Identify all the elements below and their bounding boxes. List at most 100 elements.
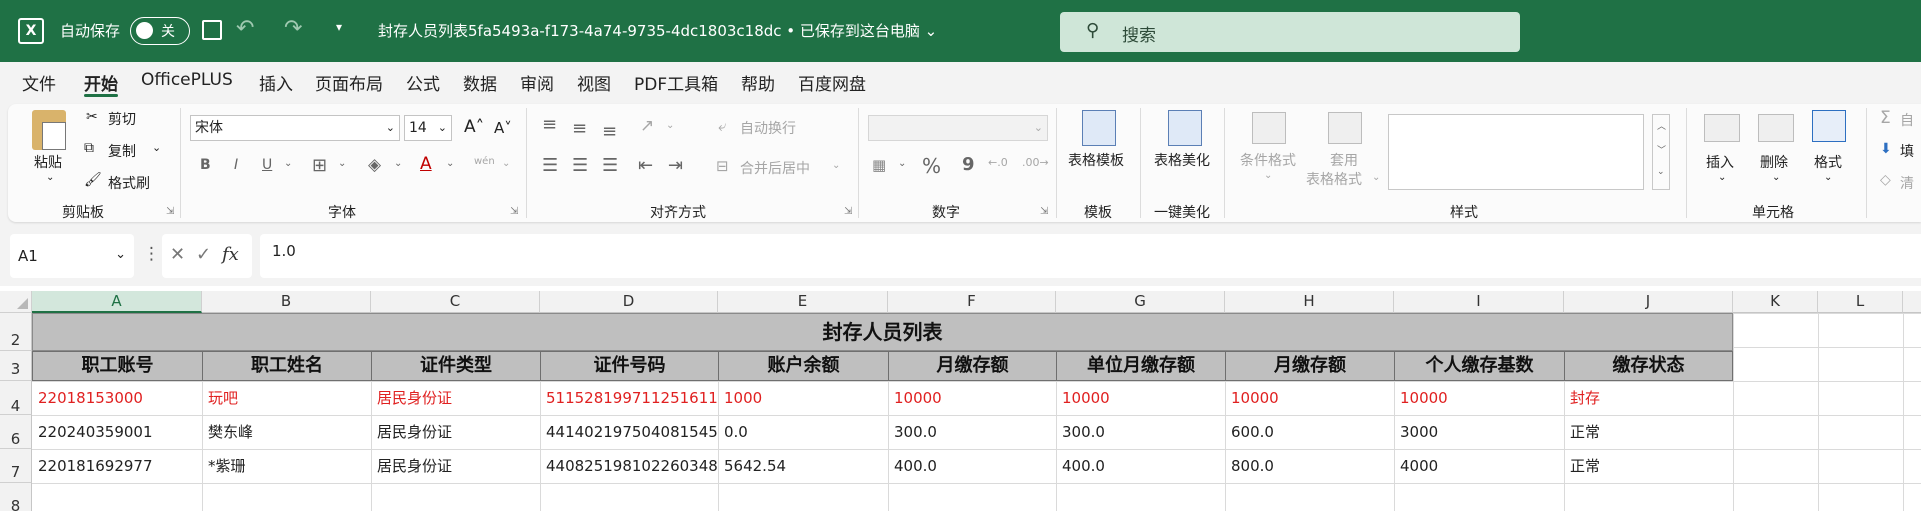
gallery-down-icon[interactable]: ﹀: [1657, 143, 1666, 156]
table-template-icon[interactable]: [1082, 110, 1116, 146]
tab-home[interactable]: 开始: [84, 70, 118, 95]
clipboard-launcher-icon[interactable]: ⇲: [166, 206, 174, 217]
insert-cells-icon[interactable]: [1704, 114, 1740, 142]
customize-quick-access-icon[interactable]: ▾: [336, 20, 342, 34]
delete-cells-icon[interactable]: [1758, 114, 1794, 142]
insert-cells-button[interactable]: 插入: [1706, 152, 1734, 172]
row-header-4[interactable]: 4: [0, 381, 32, 415]
conditional-dropdown-icon[interactable]: ⌄: [1264, 170, 1272, 181]
header-cell[interactable]: 单位月缴存额: [1056, 351, 1226, 381]
header-cell[interactable]: 证件类型: [371, 351, 541, 381]
clear-button[interactable]: 清: [1900, 173, 1914, 193]
font-launcher-icon[interactable]: ⇲: [510, 206, 518, 217]
save-icon[interactable]: [202, 20, 222, 40]
table-cell[interactable]: 300.0: [1056, 416, 1225, 449]
merge-center-button[interactable]: 合并后居中: [740, 158, 810, 178]
copy-dropdown-icon[interactable]: ⌄: [152, 141, 161, 154]
name-box[interactable]: A1 ⌄: [10, 234, 134, 278]
align-bottom-icon[interactable]: ≡: [602, 121, 617, 142]
format-as-table-icon[interactable]: [1328, 112, 1362, 144]
wrap-text-button[interactable]: 自动换行: [740, 118, 796, 138]
redo-icon[interactable]: ↷: [284, 16, 302, 41]
column-header-f[interactable]: F: [888, 291, 1056, 313]
borders-icon[interactable]: ⊞: [312, 155, 327, 176]
tab-pdf-toolbox[interactable]: PDF工具箱: [634, 70, 718, 95]
autosave-toggle[interactable]: 关: [130, 17, 190, 45]
clear-icon[interactable]: ◇: [1880, 172, 1891, 188]
borders-dropdown-icon[interactable]: ⌄: [338, 158, 346, 169]
tab-baidu-netdisk[interactable]: 百度网盘: [798, 70, 866, 95]
table-beautify-button[interactable]: 表格美化: [1154, 150, 1210, 170]
table-cell[interactable]: 正常: [1564, 450, 1733, 483]
format-cells-icon[interactable]: [1812, 110, 1846, 142]
bold-button[interactable]: B: [200, 157, 211, 173]
decrease-font-size-icon[interactable]: A˅: [494, 119, 512, 137]
align-top-icon[interactable]: ≡: [542, 114, 557, 135]
table-cell[interactable]: 0.0: [718, 416, 888, 449]
table-cell[interactable]: 10000: [1394, 382, 1564, 415]
tab-page-layout[interactable]: 页面布局: [315, 70, 383, 95]
table-cell[interactable]: 600.0: [1225, 416, 1394, 449]
header-cell[interactable]: 月缴存额: [1225, 351, 1395, 381]
table-cell[interactable]: 1000: [718, 382, 888, 415]
fill-color-icon[interactable]: ◈: [368, 155, 381, 175]
header-cell[interactable]: 月缴存额: [888, 351, 1057, 381]
header-cell[interactable]: 账户余额: [718, 351, 889, 381]
format-as-table-dropdown-icon[interactable]: ⌄: [1372, 172, 1380, 183]
format-as-table-line2[interactable]: 表格格式: [1306, 169, 1362, 189]
column-header-j[interactable]: J: [1564, 291, 1733, 313]
confirm-entry-icon[interactable]: ✓: [196, 244, 211, 265]
column-header-d[interactable]: D: [540, 291, 718, 313]
fill-color-dropdown-icon[interactable]: ⌄: [394, 158, 402, 169]
fill-button[interactable]: 填: [1900, 141, 1914, 161]
table-cell[interactable]: 800.0: [1225, 450, 1394, 483]
cut-button[interactable]: 剪切: [108, 109, 136, 129]
column-header-k[interactable]: K: [1733, 291, 1818, 313]
column-header-l[interactable]: L: [1818, 291, 1903, 313]
table-cell[interactable]: 樊东峰: [202, 416, 371, 449]
column-header-h[interactable]: H: [1225, 291, 1394, 313]
decrease-indent-icon[interactable]: ⇤: [638, 155, 653, 176]
table-cell[interactable]: 10000: [1056, 382, 1225, 415]
table-cell[interactable]: 400.0: [1056, 450, 1225, 483]
underline-dropdown-icon[interactable]: ⌄: [284, 158, 292, 169]
table-cell[interactable]: 正常: [1564, 416, 1733, 449]
gallery-scroll[interactable]: ︿ ﹀ ⌄: [1652, 114, 1670, 190]
conditional-formatting-icon[interactable]: [1252, 112, 1286, 144]
column-header-g[interactable]: G: [1056, 291, 1225, 313]
table-cell[interactable]: 封存: [1564, 382, 1733, 415]
accounting-format-icon[interactable]: ▦: [872, 156, 886, 174]
format-as-table-line1[interactable]: 套用: [1330, 150, 1358, 170]
merge-dropdown-icon[interactable]: ⌄: [832, 160, 840, 171]
comma-style-button[interactable]: 9: [962, 154, 975, 175]
tab-review[interactable]: 审阅: [520, 70, 554, 95]
column-header-a[interactable]: A: [32, 291, 202, 313]
align-right-icon[interactable]: ☰: [602, 155, 618, 176]
underline-button[interactable]: U: [262, 157, 272, 173]
percent-button[interactable]: %: [922, 154, 941, 178]
column-header-b[interactable]: B: [202, 291, 371, 313]
table-cell[interactable]: 玩吧: [202, 382, 371, 415]
wrap-text-icon[interactable]: ⤶: [718, 117, 726, 135]
autosum-icon[interactable]: Σ: [1880, 108, 1891, 128]
more-options-icon[interactable]: ⋮: [143, 244, 160, 264]
select-all-button[interactable]: [0, 291, 32, 313]
table-cell[interactable]: 22018153000: [32, 382, 202, 415]
table-cell[interactable]: 居民身份证: [371, 382, 540, 415]
chevron-down-icon[interactable]: ⌄: [115, 247, 126, 262]
paste-dropdown-icon[interactable]: ⌄: [46, 172, 54, 183]
number-launcher-icon[interactable]: ⇲: [1040, 206, 1048, 217]
row-header-6[interactable]: 6: [0, 415, 32, 449]
tab-help[interactable]: 帮助: [741, 70, 775, 95]
paste-button[interactable]: 粘贴: [34, 152, 62, 172]
align-left-icon[interactable]: ☰: [542, 155, 558, 176]
increase-indent-icon[interactable]: ⇥: [668, 155, 683, 176]
format-dropdown-icon[interactable]: ⌄: [1824, 172, 1832, 183]
table-cell[interactable]: 5642.54: [718, 450, 888, 483]
table-cell[interactable]: 511528199711251611: [540, 382, 718, 415]
format-painter-icon[interactable]: 🖌: [84, 172, 102, 188]
cancel-entry-icon[interactable]: ✕: [170, 244, 185, 265]
header-cell[interactable]: 证件号码: [540, 351, 719, 381]
tab-insert[interactable]: 插入: [259, 70, 293, 95]
italic-button[interactable]: I: [234, 157, 238, 173]
